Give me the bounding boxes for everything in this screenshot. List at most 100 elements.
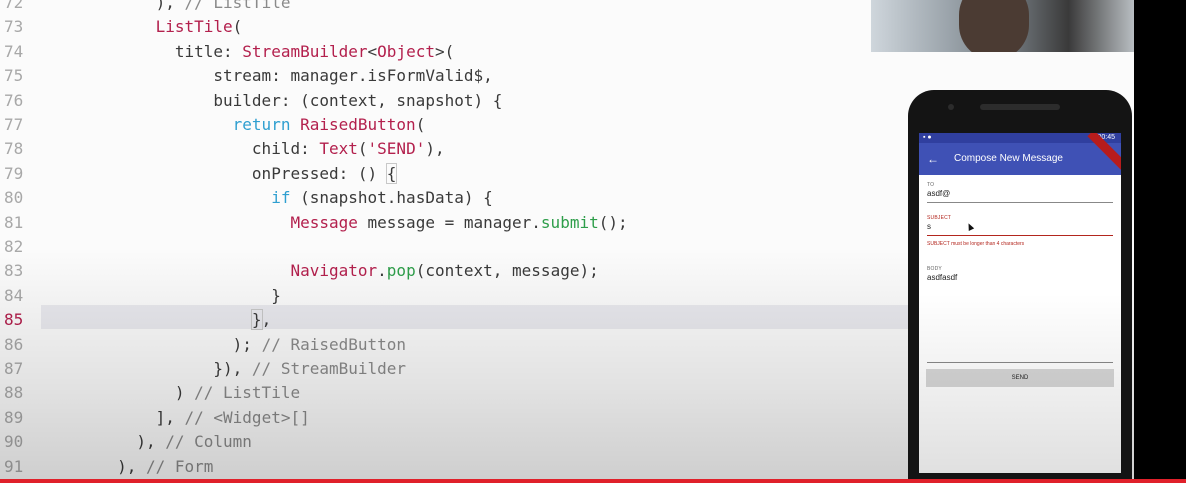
code-token: // RaisedButton: [261, 334, 407, 354]
to-label: TO: [927, 182, 935, 188]
code-text[interactable]: ); // RaisedButton: [40, 333, 406, 357]
back-arrow-icon[interactable]: ←: [927, 150, 939, 168]
code-text[interactable]: ), // ListTile: [40, 0, 291, 15]
app-bar: ← Compose New Message: [919, 133, 1121, 175]
code-token: );: [40, 334, 262, 354]
code-token: {: [385, 162, 398, 184]
send-button[interactable]: SEND: [926, 369, 1114, 387]
presenter-video: [959, 0, 1029, 52]
code-token: return: [232, 115, 301, 134]
code-token: <: [367, 41, 378, 61]
code-text[interactable]: title: StreamBuilder<Object>(: [40, 40, 454, 64]
code-token: ],: [40, 407, 185, 427]
code-token: ,: [261, 310, 272, 330]
code-text[interactable]: ), // Form: [40, 455, 213, 479]
code-token: ): [40, 383, 195, 403]
code-token: .: [377, 261, 387, 281]
body-field[interactable]: asdfasdf: [927, 273, 957, 282]
code-text[interactable]: ListTile(: [40, 15, 243, 39]
video-progress-bar[interactable]: [0, 479, 1186, 483]
app-bar-title: Compose New Message: [954, 153, 1063, 164]
line-number: 91: [4, 456, 24, 476]
code-token: // ListTile: [184, 0, 291, 12]
code-token: message = manager.: [357, 212, 541, 232]
subject-error-text: SUBJECT must be longer than 4 characters: [927, 241, 1025, 247]
code-text[interactable]: },: [40, 308, 271, 332]
code-token: stream: manager.isFormValid$,: [40, 66, 493, 86]
code-text[interactable]: }: [40, 284, 281, 308]
webcam-overlay: [871, 0, 1134, 52]
code-token: (snapshot.hasData) {: [300, 188, 493, 208]
code-text[interactable]: Navigator.pop(context, message);: [40, 259, 598, 283]
code-text[interactable]: onPressed: () {: [40, 162, 398, 186]
code-token: // <Widget>[]: [184, 407, 310, 427]
line-number: 77: [4, 115, 24, 134]
code-text[interactable]: builder: (context, snapshot) {: [40, 89, 502, 113]
code-token: StreamBuilder: [242, 41, 368, 61]
code-token: submit: [540, 212, 599, 232]
line-number: 81: [4, 212, 24, 232]
code-token: pop: [386, 261, 416, 281]
subject-field[interactable]: s: [927, 222, 931, 231]
code-text[interactable]: ), // Column: [40, 430, 252, 454]
line-number: 89: [4, 407, 24, 427]
code-token: ();: [598, 212, 628, 232]
code-token: if: [271, 188, 301, 208]
code-token: >(: [434, 41, 455, 61]
line-number: 83: [4, 261, 24, 281]
line-number: 85: [4, 310, 24, 330]
code-text[interactable]: Message message = manager.submit();: [40, 211, 628, 235]
code-token: }: [40, 285, 281, 305]
code-token: builder: (context, snapshot) {: [40, 90, 503, 110]
code-token: (: [357, 139, 368, 159]
code-token: }),: [40, 359, 252, 378]
line-number: 88: [4, 383, 24, 403]
code-token: ),: [40, 456, 146, 476]
code-text[interactable]: stream: manager.isFormValid$,: [40, 64, 493, 88]
code-text[interactable]: ) // ListTile: [40, 381, 300, 405]
code-text[interactable]: ], // <Widget>[]: [40, 406, 310, 430]
code-token: child:: [40, 139, 320, 159]
line-number: 87: [4, 359, 24, 378]
code-text[interactable]: if (snapshot.hasData) {: [40, 186, 493, 210]
code-token: ),: [40, 0, 185, 12]
body-underline: [927, 362, 1113, 363]
code-token: // Form: [145, 456, 214, 476]
code-token: 'SEND': [367, 139, 426, 159]
code-token: title:: [40, 41, 243, 61]
code-token: Message: [290, 212, 358, 232]
to-underline: [927, 202, 1113, 203]
line-number: 72: [4, 0, 24, 12]
line-number: 86: [4, 334, 24, 354]
code-text[interactable]: }), // StreamBuilder: [40, 357, 406, 381]
code-token: ListTile: [155, 17, 233, 37]
line-number: 80: [4, 188, 24, 208]
to-field[interactable]: asdf@: [927, 189, 950, 198]
code-token: ),: [40, 432, 166, 452]
line-number: 76: [4, 90, 24, 110]
line-number: 74: [4, 41, 24, 61]
code-token: ),: [425, 139, 445, 159]
line-number: 73: [4, 17, 24, 37]
line-number: 90: [4, 432, 24, 452]
code-token: (: [415, 115, 426, 134]
phone-screen[interactable]: ▪ ● 20:45 ← Compose New Message TO asdf@…: [919, 133, 1121, 473]
video-side-strip: [1134, 0, 1186, 479]
body-label: BODY: [927, 266, 942, 272]
phone-camera: [948, 104, 954, 110]
code-token: // ListTile: [194, 383, 301, 403]
code-token: Object: [377, 41, 435, 61]
subject-label: SUBJECT: [927, 215, 952, 221]
code-token: Navigator: [290, 261, 378, 281]
line-number: 82: [4, 237, 24, 256]
line-number: 78: [4, 139, 24, 159]
code-text[interactable]: child: Text('SEND'),: [40, 137, 445, 161]
code-token: // Column: [165, 432, 252, 452]
code-text[interactable]: return RaisedButton(: [40, 113, 426, 137]
subject-underline: [927, 235, 1113, 236]
